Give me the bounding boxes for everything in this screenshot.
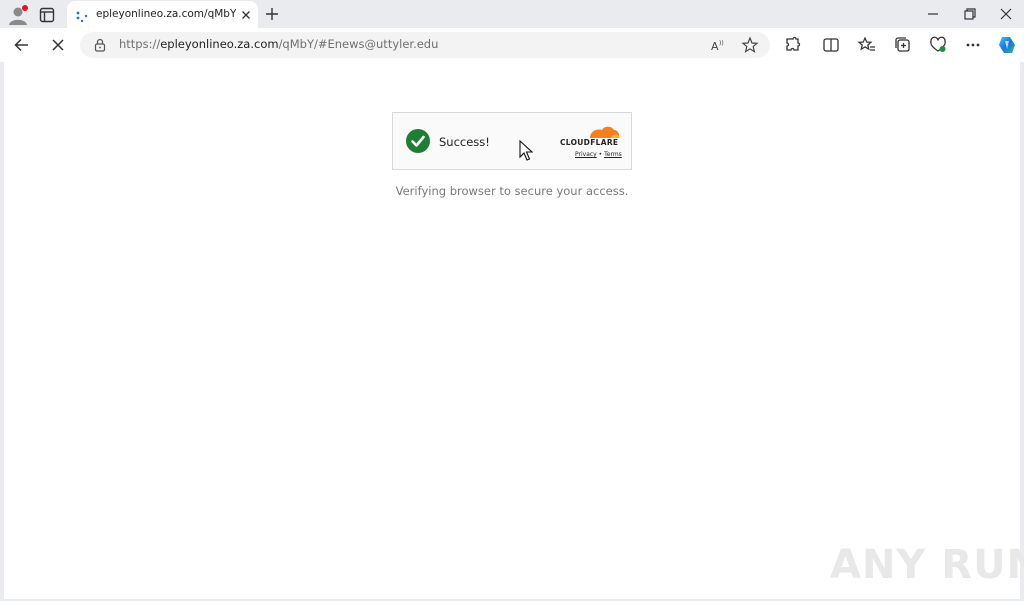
active-tab[interactable]: epleyonlineo.za.com/qMbY/#Enews@uttyler.… bbox=[67, 1, 258, 29]
watermark-text: ANY RUN bbox=[830, 542, 1024, 588]
success-check-icon bbox=[405, 128, 431, 154]
read-aloud-icon[interactable]: A)) bbox=[709, 36, 727, 54]
cloudflare-turnstile-widget[interactable]: Success! CLOUDFLARE Privacy • Terms bbox=[392, 112, 632, 170]
new-tab-icon[interactable] bbox=[263, 5, 281, 23]
mouse-cursor-icon bbox=[519, 139, 534, 162]
extensions-icon[interactable] bbox=[783, 35, 803, 55]
minimize-icon[interactable] bbox=[921, 4, 945, 24]
tab-title: epleyonlineo.za.com/qMbY/#Enews@uttyler.… bbox=[96, 8, 236, 20]
address-bar[interactable]: https://epleyonlineo.za.com/qMbY/#Enews@… bbox=[80, 32, 770, 58]
url-scheme: https:// bbox=[119, 37, 161, 51]
url-host: epleyonlineo.za.com bbox=[160, 37, 279, 51]
split-screen-icon[interactable] bbox=[821, 35, 841, 55]
links-separator: • bbox=[598, 151, 603, 158]
svg-text:A: A bbox=[711, 40, 719, 53]
restore-icon[interactable] bbox=[957, 4, 981, 24]
navigation-toolbar: https://epleyonlineo.za.com/qMbY/#Enews@… bbox=[0, 28, 1024, 62]
more-icon[interactable] bbox=[963, 35, 983, 55]
privacy-link[interactable]: Privacy bbox=[575, 151, 597, 158]
profile-icon[interactable] bbox=[7, 4, 29, 26]
close-tab-icon[interactable] bbox=[239, 7, 253, 21]
back-icon[interactable] bbox=[12, 35, 32, 55]
svg-text:)): )) bbox=[719, 40, 724, 47]
notification-dot bbox=[22, 5, 28, 11]
stop-loading-icon[interactable] bbox=[48, 35, 68, 55]
url-path: /qMbY/#Enews@uttyler.edu bbox=[278, 37, 439, 51]
close-window-icon[interactable] bbox=[994, 4, 1018, 24]
anyrun-watermark: ANY RUN bbox=[830, 542, 1024, 588]
copilot-icon[interactable] bbox=[996, 34, 1018, 56]
success-status-text: Success! bbox=[439, 135, 490, 149]
privacy-terms-links: Privacy • Terms bbox=[575, 151, 622, 158]
title-bar: epleyonlineo.za.com/qMbY/#Enews@uttyler.… bbox=[0, 0, 1024, 29]
page-content: Success! CLOUDFLARE Privacy • Terms Veri… bbox=[4, 62, 1024, 599]
favorites-icon[interactable] bbox=[857, 35, 877, 55]
terms-link[interactable]: Terms bbox=[604, 151, 622, 158]
loading-spinner-icon bbox=[75, 8, 89, 23]
browser-essentials-icon[interactable] bbox=[928, 35, 948, 55]
verification-message: Verifying browser to secure your access. bbox=[395, 184, 629, 198]
url-text[interactable]: https://epleyonlineo.za.com/qMbY/#Enews@… bbox=[119, 37, 438, 51]
cloudflare-brand-text: CLOUDFLARE bbox=[560, 138, 619, 147]
site-info-lock-icon[interactable] bbox=[93, 37, 107, 53]
collections-icon[interactable] bbox=[893, 35, 913, 55]
favorite-star-icon[interactable] bbox=[741, 36, 759, 54]
tab-actions-icon[interactable] bbox=[38, 6, 56, 24]
